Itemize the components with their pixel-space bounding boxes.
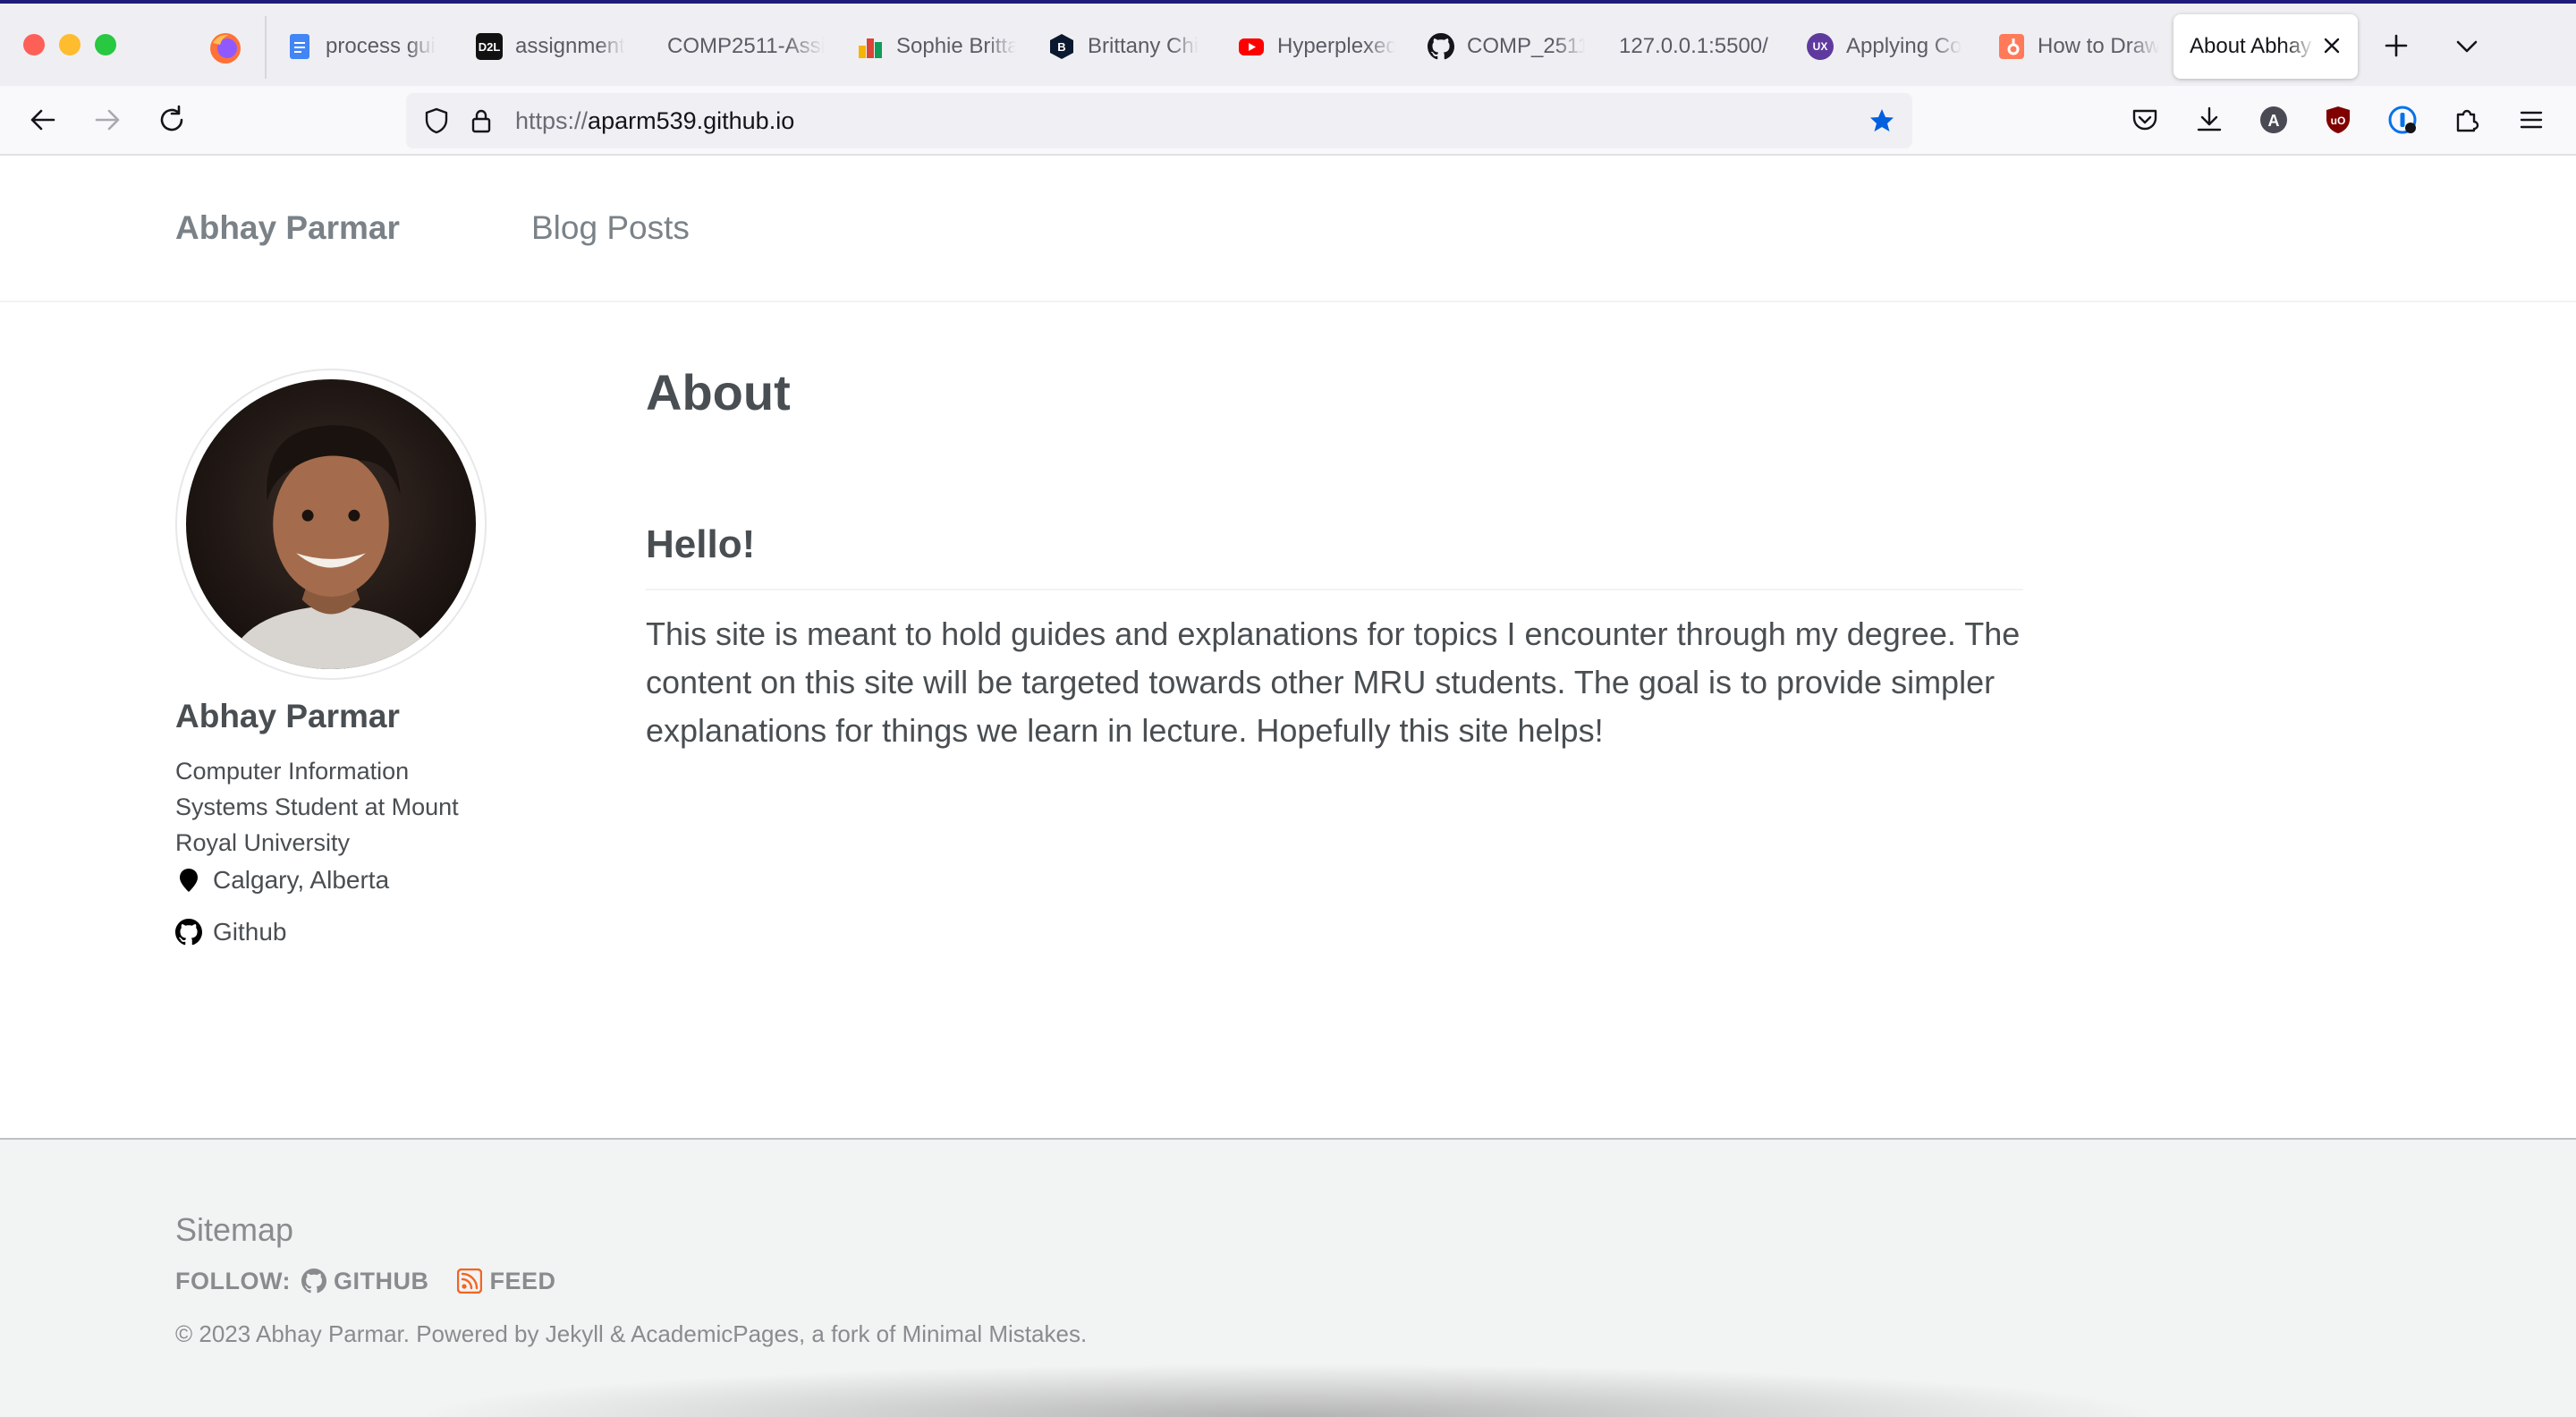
window-shadow (411, 1363, 2165, 1417)
author-location-text: Calgary, Alberta (213, 866, 390, 894)
password-manager-icon[interactable] (2386, 104, 2419, 136)
url-host: aparm539.github.io (588, 107, 795, 134)
nav-link-blog-posts[interactable]: Blog Posts (531, 209, 690, 247)
zoom-window-button[interactable] (95, 34, 116, 55)
downloads-icon[interactable] (2193, 104, 2225, 136)
github-icon (1428, 33, 1454, 60)
hexagon-b-icon: B (1050, 34, 1073, 59)
author-name: Abhay Parmar (175, 698, 400, 734)
github-icon (175, 919, 202, 946)
bookmark-star-icon[interactable] (1868, 106, 1896, 135)
navigation-toolbar: https://aparm539.github.io A uO (0, 86, 2576, 156)
tab-brittany-chiang[interactable]: B Brittany Chi (1048, 18, 1202, 75)
extensions-puzzle-icon[interactable] (2451, 104, 2483, 136)
ublock-origin-icon[interactable]: uO (2322, 104, 2354, 136)
tab-how-to-draw[interactable]: How to Draw (1998, 18, 2159, 75)
tab-comp-2511-github[interactable]: COMP_2511 (1428, 18, 1585, 75)
footer-copyright: © 2023 Abhay Parmar. Powered by Jekyll &… (175, 1320, 1088, 1347)
youtube-icon (1239, 38, 1264, 55)
d2l-icon: D2L (476, 33, 503, 60)
svg-text:A: A (2268, 112, 2280, 130)
url-scheme: https:// (515, 107, 589, 134)
site-masthead: Abhay Parmar Blog Posts (0, 156, 2576, 302)
footer-follow-label: Follow: (175, 1267, 291, 1294)
tab-label: process gui (326, 34, 436, 58)
forward-arrow-icon[interactable] (89, 102, 125, 138)
section-title: Hello! (646, 522, 756, 566)
tab-label: assignment (515, 34, 625, 58)
hubspot-icon (1999, 34, 2024, 59)
pocket-icon[interactable] (2129, 104, 2161, 136)
footer-follow: Follow: GitHub Feed (175, 1263, 555, 1299)
svg-text:B: B (1057, 40, 1065, 54)
footer-feed-link[interactable]: Feed (489, 1268, 555, 1295)
footer-sitemap-link[interactable]: Sitemap (175, 1211, 293, 1249)
tracking-protection-shield-icon[interactable] (422, 106, 451, 135)
ux-icon: UX (1807, 33, 1834, 60)
section-divider (646, 589, 2023, 590)
close-tab-icon[interactable] (2318, 32, 2345, 59)
tab-separator (265, 16, 267, 79)
about-paragraph: This site is meant to hold guides and ex… (646, 615, 2021, 749)
tab-label: Sophie Britta (896, 34, 1016, 58)
github-icon (301, 1269, 326, 1294)
tab-label: About Abhay Parmar (2190, 34, 2315, 58)
tab-label: Brittany Chi (1088, 34, 1199, 58)
tab-sophie-brittany[interactable]: Sophie Britta (857, 18, 1016, 75)
reload-icon[interactable] (154, 102, 190, 138)
tab-hyperplexed[interactable]: Hyperplexed (1238, 18, 1395, 75)
account-avatar-icon[interactable]: A (2258, 104, 2290, 136)
firefox-view-icon[interactable] (208, 30, 243, 66)
menu-hamburger-icon[interactable] (2515, 104, 2547, 136)
tab-label: 127.0.0.1:5500/ (1619, 34, 1768, 58)
lock-icon[interactable] (467, 106, 496, 135)
tab-assignment[interactable]: D2L assignment (476, 18, 628, 75)
url-text[interactable]: https://aparm539.github.io (515, 107, 794, 135)
close-window-button[interactable] (23, 34, 45, 55)
colorful-bars-icon (859, 38, 882, 58)
tab-applying-ux[interactable]: UX Applying Co (1807, 18, 1964, 75)
browser-tab-bar: process gui D2L assignment COMP2511-Assi… (0, 0, 2576, 86)
tab-label: Hyperplexed (1277, 34, 1395, 58)
back-arrow-icon[interactable] (25, 102, 61, 138)
tab-label: How to Draw (2038, 34, 2159, 58)
list-all-tabs-chevron-down-icon[interactable] (2451, 30, 2483, 63)
map-marker-icon (180, 869, 198, 892)
author-github-label: Github (213, 918, 287, 946)
avatar (175, 369, 487, 680)
address-bar[interactable]: https://aparm539.github.io (406, 93, 1912, 148)
tab-about-abhay-parmar[interactable]: About Abhay Parmar (2174, 14, 2358, 79)
page-title: About (646, 364, 791, 420)
page-viewport: Abhay Parmar Blog Posts Abhay Parmar Com… (0, 156, 2576, 1417)
tab-localhost[interactable]: 127.0.0.1:5500/ (1619, 18, 1780, 75)
author-bio: Computer Information Systems Student at … (175, 758, 459, 856)
minimize-window-button[interactable] (59, 34, 80, 55)
author-photo (186, 379, 476, 669)
tab-label: Applying Co (1846, 34, 1962, 58)
tab-label: COMP2511-Assi (667, 34, 825, 58)
footer-github-link[interactable]: GitHub (334, 1268, 429, 1295)
tab-process-guide[interactable]: process gui (286, 18, 440, 75)
google-docs-icon (290, 34, 309, 59)
author-location: Calgary, Alberta (175, 862, 389, 898)
site-title-link[interactable]: Abhay Parmar (175, 209, 400, 247)
author-github-link[interactable]: Github (175, 914, 287, 950)
rss-feed-icon (457, 1269, 483, 1294)
tab-label: COMP_2511 (1467, 34, 1585, 58)
svg-text:uO: uO (2331, 115, 2346, 127)
tab-comp2511-assignment[interactable]: COMP2511-Assi (667, 18, 825, 75)
new-tab-icon[interactable] (2379, 29, 2413, 63)
